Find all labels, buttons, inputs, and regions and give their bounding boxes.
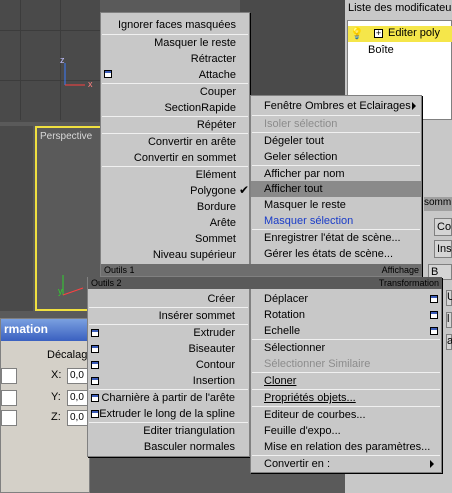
stack-item-boite[interactable]: Boîte [368, 44, 394, 56]
menu-item-couper[interactable]: Couper [102, 84, 236, 100]
menu-item-deplacer[interactable]: Déplacer [264, 291, 308, 307]
menu-item-convertir-arete[interactable]: Convertir en arête [102, 134, 236, 150]
quad-header-transformation: Transformation [250, 277, 442, 289]
menu-item-insertion[interactable]: Insertion [89, 373, 235, 389]
menu-item-ignorer-faces[interactable]: Ignorer faces masquées [102, 17, 236, 33]
settings-box-icon[interactable] [430, 327, 438, 335]
menu-item-sommet[interactable]: Sommet [102, 231, 236, 247]
menu-item-cloner[interactable]: Cloner [264, 373, 296, 389]
menu-item-fenetre-ombres[interactable]: Fenêtre Ombres et Eclairages [264, 98, 411, 114]
menu-item-polygone[interactable]: Polygone [102, 183, 236, 199]
side-button-co[interactable]: Co [434, 218, 452, 236]
menu-item-feuille-expo[interactable]: Feuille d'expo... [264, 423, 341, 439]
stack-item-label: Editer poly [388, 27, 440, 39]
menu-item-rotation[interactable]: Rotation [264, 307, 305, 323]
menu-item-mise-en-relation[interactable]: Mise en relation des paramètres... [264, 439, 430, 455]
side-button-ins[interactable]: Ins [434, 240, 452, 258]
menu-item-isoler-selection: Isoler sélection [264, 118, 338, 130]
offset-group-label: Décalag [47, 349, 88, 361]
menu-item-geler-selection[interactable]: Geler sélection [264, 149, 337, 165]
menu-item-editeur-courbes[interactable]: Editeur de courbes... [264, 407, 366, 423]
menu-item-proprietes-objets[interactable]: Propriétés objets... [264, 390, 356, 406]
quad-header-affichage: Affichage [250, 264, 422, 276]
menu-item-creer[interactable]: Créer [89, 291, 235, 307]
menu-item-extruder-spline[interactable]: Extruder le long de la spline [89, 406, 235, 422]
lightbulb-icon[interactable]: 💡 [350, 27, 364, 40]
menu-item-repeter[interactable]: Répéter [102, 117, 236, 133]
axis-gizmo-top: z x [60, 55, 100, 95]
menu-item-editer-triangulation[interactable]: Editer triangulation [89, 423, 235, 439]
submenu-arrow-icon [412, 102, 416, 110]
quad-header-outils1: Outils 1 [101, 264, 250, 276]
menu-item-retracter[interactable]: Rétracter [102, 51, 236, 67]
axis-x-label-field: X: [51, 369, 62, 381]
quad-header-outils2: Outils 2 [88, 277, 250, 289]
side-button-a[interactable]: a [446, 334, 452, 350]
menu-item-extruder[interactable]: Extruder [89, 325, 235, 341]
menu-item-attache[interactable]: Attache [102, 67, 236, 83]
menu-item-selectionner-similaire: Sélectionner Similaire [264, 358, 371, 370]
absolute-z-input[interactable] [1, 410, 17, 426]
axis-y-label: y [58, 286, 63, 296]
submenu-arrow-icon [430, 460, 434, 468]
window-title: rmation [4, 322, 49, 336]
menu-item-convertir-sommet[interactable]: Convertir en sommet [102, 150, 236, 166]
menu-item-enregistrer-etat[interactable]: Enregistrer l'état de scène... [264, 230, 401, 246]
settings-box-icon[interactable] [430, 295, 438, 303]
menu-item-masquer-le-reste[interactable]: Masquer le reste [264, 197, 346, 213]
side-button-l[interactable]: l [446, 312, 452, 328]
axis-y-label-field: Y: [51, 391, 61, 403]
menu-item-masquer-reste[interactable]: Masquer le reste [102, 35, 236, 51]
side-button-u[interactable]: U [446, 290, 452, 306]
menu-item-echelle[interactable]: Echelle [264, 323, 300, 339]
menu-item-afficher-par-nom[interactable]: Afficher par nom [264, 166, 345, 182]
quad-header-transformation-label: Transformation [378, 278, 439, 288]
axis-z-label-field: Z: [51, 411, 61, 423]
settings-box-icon[interactable] [430, 311, 438, 319]
menu-item-biseauter[interactable]: Biseauter [89, 341, 235, 357]
window-titlebar[interactable]: rmation [1, 319, 91, 341]
menu-item-sectionrapide[interactable]: SectionRapide [102, 100, 236, 116]
menu-item-bordure[interactable]: Bordure [102, 199, 236, 215]
side-label-somm: somm [424, 197, 452, 211]
menu-item-convertir-en[interactable]: Convertir en : [264, 456, 330, 472]
menu-item-afficher-tout[interactable]: Afficher tout [264, 181, 323, 197]
menu-item-contour[interactable]: Contour [89, 357, 235, 373]
menu-item-inserer-sommet[interactable]: Insérer sommet [89, 308, 235, 324]
menu-item-niveau-superieur[interactable]: Niveau supérieur [102, 247, 236, 263]
modifier-list-label[interactable]: Liste des modificateur [348, 2, 452, 14]
stack-item-editer-poly[interactable]: 💡 + Editer poly [348, 26, 452, 42]
menu-item-degeler-tout[interactable]: Dégeler tout [264, 133, 324, 149]
expand-icon[interactable]: + [374, 29, 383, 38]
quad-header-affichage-label: Affichage [381, 265, 419, 275]
menu-item-masquer-selection[interactable]: Masquer sélection [264, 213, 353, 229]
menu-item-arete[interactable]: Arête [102, 215, 236, 231]
absolute-y-input[interactable] [1, 390, 17, 406]
menu-item-selectionner[interactable]: Sélectionner [264, 340, 325, 356]
axis-z-label: z [60, 55, 65, 65]
viewport-label[interactable]: Perspective [40, 131, 92, 142]
menu-item-charniere[interactable]: Charnière à partir de l'arête [89, 390, 235, 406]
menu-item-basculer-normales[interactable]: Basculer normales [89, 439, 235, 455]
menu-item-element[interactable]: Elément [102, 167, 236, 183]
absolute-x-input[interactable] [1, 368, 17, 384]
check-mark-icon: ✔ [239, 183, 250, 197]
axis-x-label: x [88, 79, 93, 89]
menu-item-gerer-etats[interactable]: Gérer les états de scène... [264, 246, 393, 262]
viewport-bottom-left[interactable] [0, 126, 33, 311]
transform-window: rmation Décalag X: Y: Z: 0,0 0,0 0,0 [0, 318, 91, 493]
